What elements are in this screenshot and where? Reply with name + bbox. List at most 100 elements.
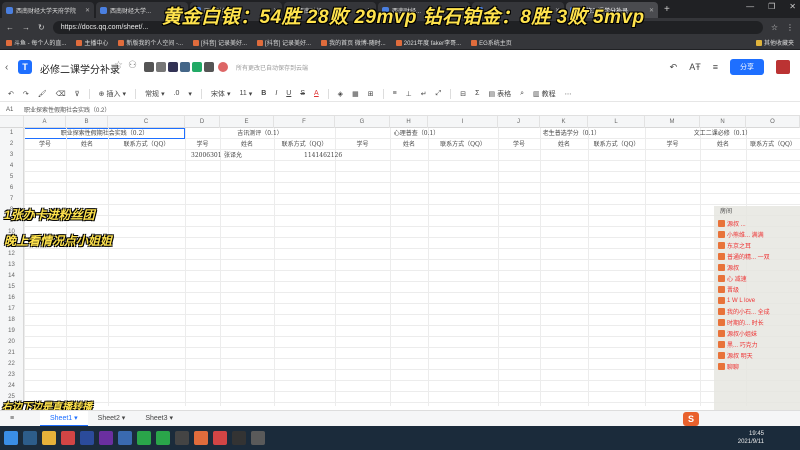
field-header-cell[interactable]: 学号 <box>24 139 66 150</box>
column-header[interactable]: A <box>24 116 66 128</box>
sheet-tab-3[interactable]: Sheet3 ▾ <box>135 411 183 427</box>
row-header[interactable]: 19 <box>0 326 24 337</box>
number-format-dropdown[interactable]: 常规 ▾ <box>145 89 165 99</box>
photoshop-icon[interactable] <box>80 431 94 445</box>
app-icon[interactable] <box>118 431 132 445</box>
premiere-icon[interactable] <box>99 431 113 445</box>
bookmark-item[interactable]: 我的首页 微博-随时... <box>321 38 386 47</box>
bookmark-item[interactable]: [抖音] 记录美好... <box>193 38 247 47</box>
more-icon[interactable]: ⋯ <box>565 90 572 98</box>
decimal-button[interactable]: .0 <box>174 90 180 97</box>
font-family-dropdown[interactable]: 宋体 ▾ <box>211 89 231 99</box>
column-header[interactable]: K <box>540 116 588 128</box>
field-header-cell[interactable]: 学号 <box>335 139 390 150</box>
section-header-cell[interactable]: 吉讯测评（0.1） <box>185 128 335 139</box>
field-header-cell[interactable]: 联系方式（QQ） <box>108 139 185 150</box>
row-header[interactable]: 6 <box>0 183 24 194</box>
teach-button[interactable]: ▥ 教程 <box>533 89 556 99</box>
row-header[interactable]: 7 <box>0 194 24 205</box>
close-window-icon[interactable]: ✕ <box>789 2 796 11</box>
extensions-icon[interactable]: ☆ <box>771 23 778 32</box>
row-header[interactable]: 5 <box>0 172 24 183</box>
bookmark-item[interactable]: 新版我的个人空间 -... <box>118 38 183 47</box>
row-header[interactable]: 17 <box>0 304 24 315</box>
row-header[interactable]: 12 <box>0 249 24 260</box>
row-header[interactable]: 16 <box>0 293 24 304</box>
start-icon[interactable] <box>4 431 18 445</box>
forward-arrow-icon[interactable]: → <box>22 23 30 32</box>
app-icon[interactable] <box>156 431 170 445</box>
system-clock[interactable]: 19:45 2021/9/11 <box>738 430 764 446</box>
align-middle-icon[interactable]: ⊥ <box>406 90 412 98</box>
qq-cell[interactable]: 1141462126 <box>304 150 365 161</box>
column-header[interactable]: B <box>66 116 108 128</box>
avatar[interactable] <box>204 62 214 72</box>
cell-reference[interactable]: A1 <box>0 107 24 113</box>
undo-icon[interactable]: ↶ <box>8 90 14 98</box>
name-cell[interactable]: 张译允 <box>224 150 278 161</box>
file-explorer-icon[interactable] <box>42 431 56 445</box>
italic-button[interactable]: I <box>275 90 277 97</box>
font-size-label[interactable]: AŦ <box>689 62 701 72</box>
star-icon[interactable]: ☆ <box>114 60 123 71</box>
share-button[interactable]: 分享 <box>730 59 764 75</box>
section-header-cell[interactable]: 心理普查（0.1） <box>335 128 498 139</box>
field-header-cell[interactable]: 姓名 <box>540 139 588 150</box>
collaborator-icon[interactable]: ⚇ <box>128 60 137 71</box>
avatar[interactable] <box>218 62 228 72</box>
bookmark-item[interactable]: 主播中心 <box>76 38 108 47</box>
sum-icon[interactable]: Σ <box>475 90 479 97</box>
field-header-cell[interactable]: 学号 <box>645 139 700 150</box>
fill-color-icon[interactable]: ◈ <box>338 90 343 98</box>
maximize-icon[interactable]: ❐ <box>768 2 775 11</box>
avatar[interactable] <box>156 62 166 72</box>
row-header[interactable]: 2 <box>0 139 24 150</box>
row-header[interactable]: 20 <box>0 337 24 348</box>
app-icon[interactable] <box>175 431 189 445</box>
sheet-tab-1[interactable]: Sheet1 ▾ <box>40 410 88 427</box>
search-icon[interactable]: ⌕ <box>520 90 524 98</box>
redo-icon[interactable]: ↷ <box>23 90 29 98</box>
browser-tab[interactable]: 西南财经大学天府学院 ✕ <box>2 2 94 18</box>
avatar[interactable] <box>180 62 190 72</box>
taskview-icon[interactable] <box>23 431 37 445</box>
clear-format-icon[interactable]: ⌫ <box>56 90 66 98</box>
close-tab-icon[interactable]: ✕ <box>649 7 654 14</box>
bookmark-item[interactable]: 斗鱼 - 每个人的直... <box>6 38 66 47</box>
bold-button[interactable]: B <box>261 90 266 97</box>
field-header-cell[interactable]: 联系方式（QQ） <box>428 139 498 150</box>
select-all-corner[interactable] <box>0 116 24 128</box>
column-header[interactable]: F <box>274 116 335 128</box>
column-header[interactable]: I <box>428 116 498 128</box>
row-header[interactable]: 21 <box>0 348 24 359</box>
back-arrow-icon[interactable]: ← <box>6 23 14 32</box>
chrome-icon[interactable] <box>61 431 75 445</box>
column-header[interactable]: J <box>498 116 540 128</box>
insert-button[interactable]: ⊕ 插入 ▾ <box>99 89 126 99</box>
wrap-icon[interactable]: ↵ <box>421 90 427 98</box>
field-header-cell[interactable]: 姓名 <box>700 139 746 150</box>
sheet-menu-icon[interactable]: ≡ <box>0 411 40 427</box>
field-header-cell[interactable]: 姓名 <box>390 139 428 150</box>
bookmark-item[interactable]: 2021年度 faker李哥... <box>395 38 461 47</box>
field-header-cell[interactable]: 联系方式（QQ） <box>588 139 645 150</box>
close-tab-icon[interactable]: ✕ <box>85 7 90 14</box>
column-header[interactable]: G <box>335 116 390 128</box>
browser-menu-icon[interactable]: ⋮ <box>786 23 794 32</box>
section-header-cell[interactable]: 老生普选学分（0.1） <box>498 128 645 139</box>
field-header-cell[interactable]: 姓名 <box>66 139 108 150</box>
field-header-cell[interactable]: 联系方式（QQ） <box>746 139 800 150</box>
row-header[interactable]: 3 <box>0 150 24 161</box>
format-painter-icon[interactable]: 🖌 <box>38 90 47 98</box>
field-header-cell[interactable]: 联系方式（QQ） <box>274 139 335 150</box>
bookmark-item[interactable]: EG系统主页 <box>471 38 512 47</box>
app-icon[interactable] <box>232 431 246 445</box>
strikethrough-button[interactable]: S <box>300 90 305 97</box>
chrome-icon[interactable] <box>213 431 227 445</box>
menu-lines-icon[interactable]: ≡ <box>713 62 718 72</box>
decimal-dropdown-icon[interactable]: ▾ <box>188 90 192 98</box>
avatar[interactable] <box>192 62 202 72</box>
filter-icon[interactable]: ⊽ <box>75 90 80 98</box>
user-avatar[interactable] <box>776 60 790 74</box>
app-icon[interactable] <box>194 431 208 445</box>
